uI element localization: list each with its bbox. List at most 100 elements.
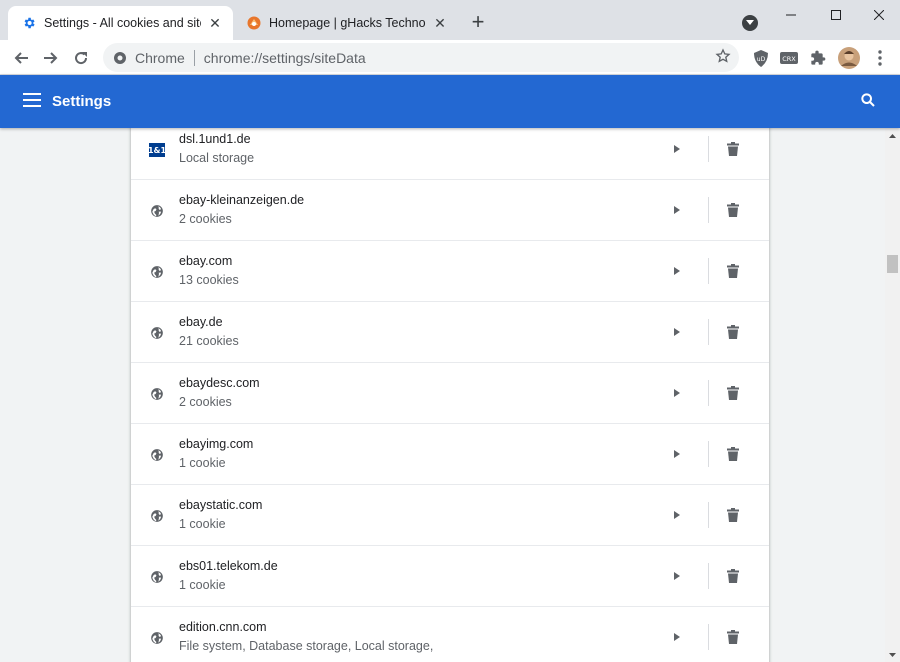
arrow-right-icon[interactable] xyxy=(672,571,682,581)
new-tab-button[interactable]: + xyxy=(466,11,490,35)
site-detail: 2 cookies xyxy=(179,212,232,226)
url-text[interactable]: chrome://settings/siteData xyxy=(204,50,366,66)
list-item[interactable]: ebs01.telekom.de 1 cookie xyxy=(131,546,769,607)
site-name: dsl.1und1.de xyxy=(179,132,251,146)
site-name: ebayimg.com xyxy=(179,437,254,451)
minimize-icon[interactable] xyxy=(768,0,813,30)
ghacks-icon xyxy=(247,16,261,30)
list-item[interactable]: ebay-kleinanzeigen.de 2 cookies xyxy=(131,180,769,241)
ublock-extension-icon[interactable]: uD xyxy=(751,48,771,68)
site-detail: 1 cookie xyxy=(179,578,226,592)
settings-content: 1&1 dsl.1und1.de Local storage ebay-klei… xyxy=(0,128,885,662)
site-name: edition.cnn.com xyxy=(179,620,267,634)
crx-label: CRX xyxy=(782,55,796,63)
site-detail: Local storage xyxy=(179,151,255,165)
page-title: Settings xyxy=(52,93,112,110)
trash-icon[interactable] xyxy=(724,566,742,586)
globe-icon xyxy=(149,508,165,524)
site-name: ebaydesc.com xyxy=(179,376,260,390)
profile-avatar[interactable] xyxy=(838,47,860,69)
site-detail: 2 cookies xyxy=(179,395,232,409)
trash-icon[interactable] xyxy=(724,261,742,281)
chrome-chip: Chrome xyxy=(103,50,185,66)
divider xyxy=(708,624,709,650)
divider xyxy=(708,197,709,223)
site-name: ebaystatic.com xyxy=(179,498,263,512)
arrow-right-icon[interactable] xyxy=(672,388,682,398)
arrow-right-icon[interactable] xyxy=(672,144,682,154)
forward-button[interactable] xyxy=(39,46,63,70)
scroll-up-icon[interactable] xyxy=(885,128,900,143)
divider xyxy=(708,502,709,528)
globe-icon xyxy=(149,447,165,463)
list-item[interactable]: ebay.com 13 cookies xyxy=(131,241,769,302)
hamburger-menu-icon[interactable] xyxy=(23,93,41,107)
tab-search-icon[interactable] xyxy=(742,15,758,31)
arrow-right-icon[interactable] xyxy=(672,449,682,459)
tab-ghacks[interactable]: Homepage | gHacks Technology News ✕ xyxy=(233,6,458,40)
back-button[interactable] xyxy=(9,46,33,70)
list-item[interactable]: ebay.de 21 cookies xyxy=(131,302,769,363)
tab-title: Homepage | gHacks Technology News xyxy=(269,16,426,30)
globe-icon xyxy=(149,569,165,585)
divider xyxy=(708,258,709,284)
settings-header: Settings xyxy=(0,75,900,128)
arrow-right-icon[interactable] xyxy=(672,327,682,337)
list-item[interactable]: ebaydesc.com 2 cookies xyxy=(131,363,769,424)
chrome-logo-icon xyxy=(114,51,126,64)
site-name: ebay.com xyxy=(179,254,233,268)
browser-toolbar: Chrome chrome://settings/siteData uD CRX xyxy=(0,40,900,75)
divider xyxy=(708,319,709,345)
arrow-right-icon[interactable] xyxy=(672,632,682,642)
divider xyxy=(708,563,709,589)
vertical-scrollbar[interactable] xyxy=(885,128,900,662)
address-bar[interactable]: Chrome chrome://settings/siteData xyxy=(103,43,739,72)
trash-icon[interactable] xyxy=(724,383,742,403)
gear-icon xyxy=(22,16,36,30)
trash-icon[interactable] xyxy=(724,322,742,342)
close-icon[interactable]: ✕ xyxy=(432,15,448,31)
trash-icon[interactable] xyxy=(724,139,742,159)
divider xyxy=(708,380,709,406)
tab-settings[interactable]: Settings - All cookies and site data ✕ xyxy=(8,6,233,40)
ublock-label: uD xyxy=(757,56,766,63)
site-name: ebay-kleinanzeigen.de xyxy=(179,193,305,207)
close-icon[interactable]: ✕ xyxy=(207,15,223,31)
extensions-puzzle-icon[interactable] xyxy=(808,48,828,68)
arrow-right-icon[interactable] xyxy=(672,205,682,215)
chrome-chip-label: Chrome xyxy=(135,49,185,66)
globe-icon xyxy=(149,264,165,280)
crx-extension-icon[interactable]: CRX xyxy=(779,48,799,68)
scrollbar-thumb[interactable] xyxy=(887,255,898,273)
arrow-right-icon[interactable] xyxy=(672,510,682,520)
site-detail: 1 cookie xyxy=(179,456,226,470)
tab-strip: Settings - All cookies and site data ✕ H… xyxy=(0,0,900,40)
site-detail: 21 cookies xyxy=(179,334,239,348)
site-detail: 13 cookies xyxy=(179,273,239,287)
list-item[interactable]: ebayimg.com 1 cookie xyxy=(131,424,769,485)
list-item[interactable]: ebaystatic.com 1 cookie xyxy=(131,485,769,546)
star-icon[interactable] xyxy=(715,48,731,67)
site-data-list: 1&1 dsl.1und1.de Local storage ebay-klei… xyxy=(131,128,769,662)
window-close-icon[interactable] xyxy=(856,0,900,30)
site-name: ebay.de xyxy=(179,315,223,329)
kebab-menu-icon[interactable] xyxy=(870,48,890,68)
search-icon[interactable] xyxy=(860,92,876,113)
list-item[interactable]: edition.cnn.com File system, Database st… xyxy=(131,607,769,662)
scroll-down-icon[interactable] xyxy=(885,647,900,662)
omnibox-divider xyxy=(193,49,195,66)
arrow-right-icon[interactable] xyxy=(672,266,682,276)
reload-button[interactable] xyxy=(69,46,93,70)
trash-icon[interactable] xyxy=(724,627,742,647)
trash-icon[interactable] xyxy=(724,200,742,220)
trash-icon[interactable] xyxy=(724,444,742,464)
globe-icon xyxy=(149,203,165,219)
globe-icon xyxy=(149,630,165,646)
list-item[interactable]: 1&1 dsl.1und1.de Local storage xyxy=(131,128,769,180)
site-name: ebs01.telekom.de xyxy=(179,559,278,573)
maximize-icon[interactable] xyxy=(813,0,858,30)
trash-icon[interactable] xyxy=(724,505,742,525)
site-detail: 1 cookie xyxy=(179,517,226,531)
divider xyxy=(708,136,709,162)
site-detail: File system, Database storage, Local sto… xyxy=(179,639,434,653)
